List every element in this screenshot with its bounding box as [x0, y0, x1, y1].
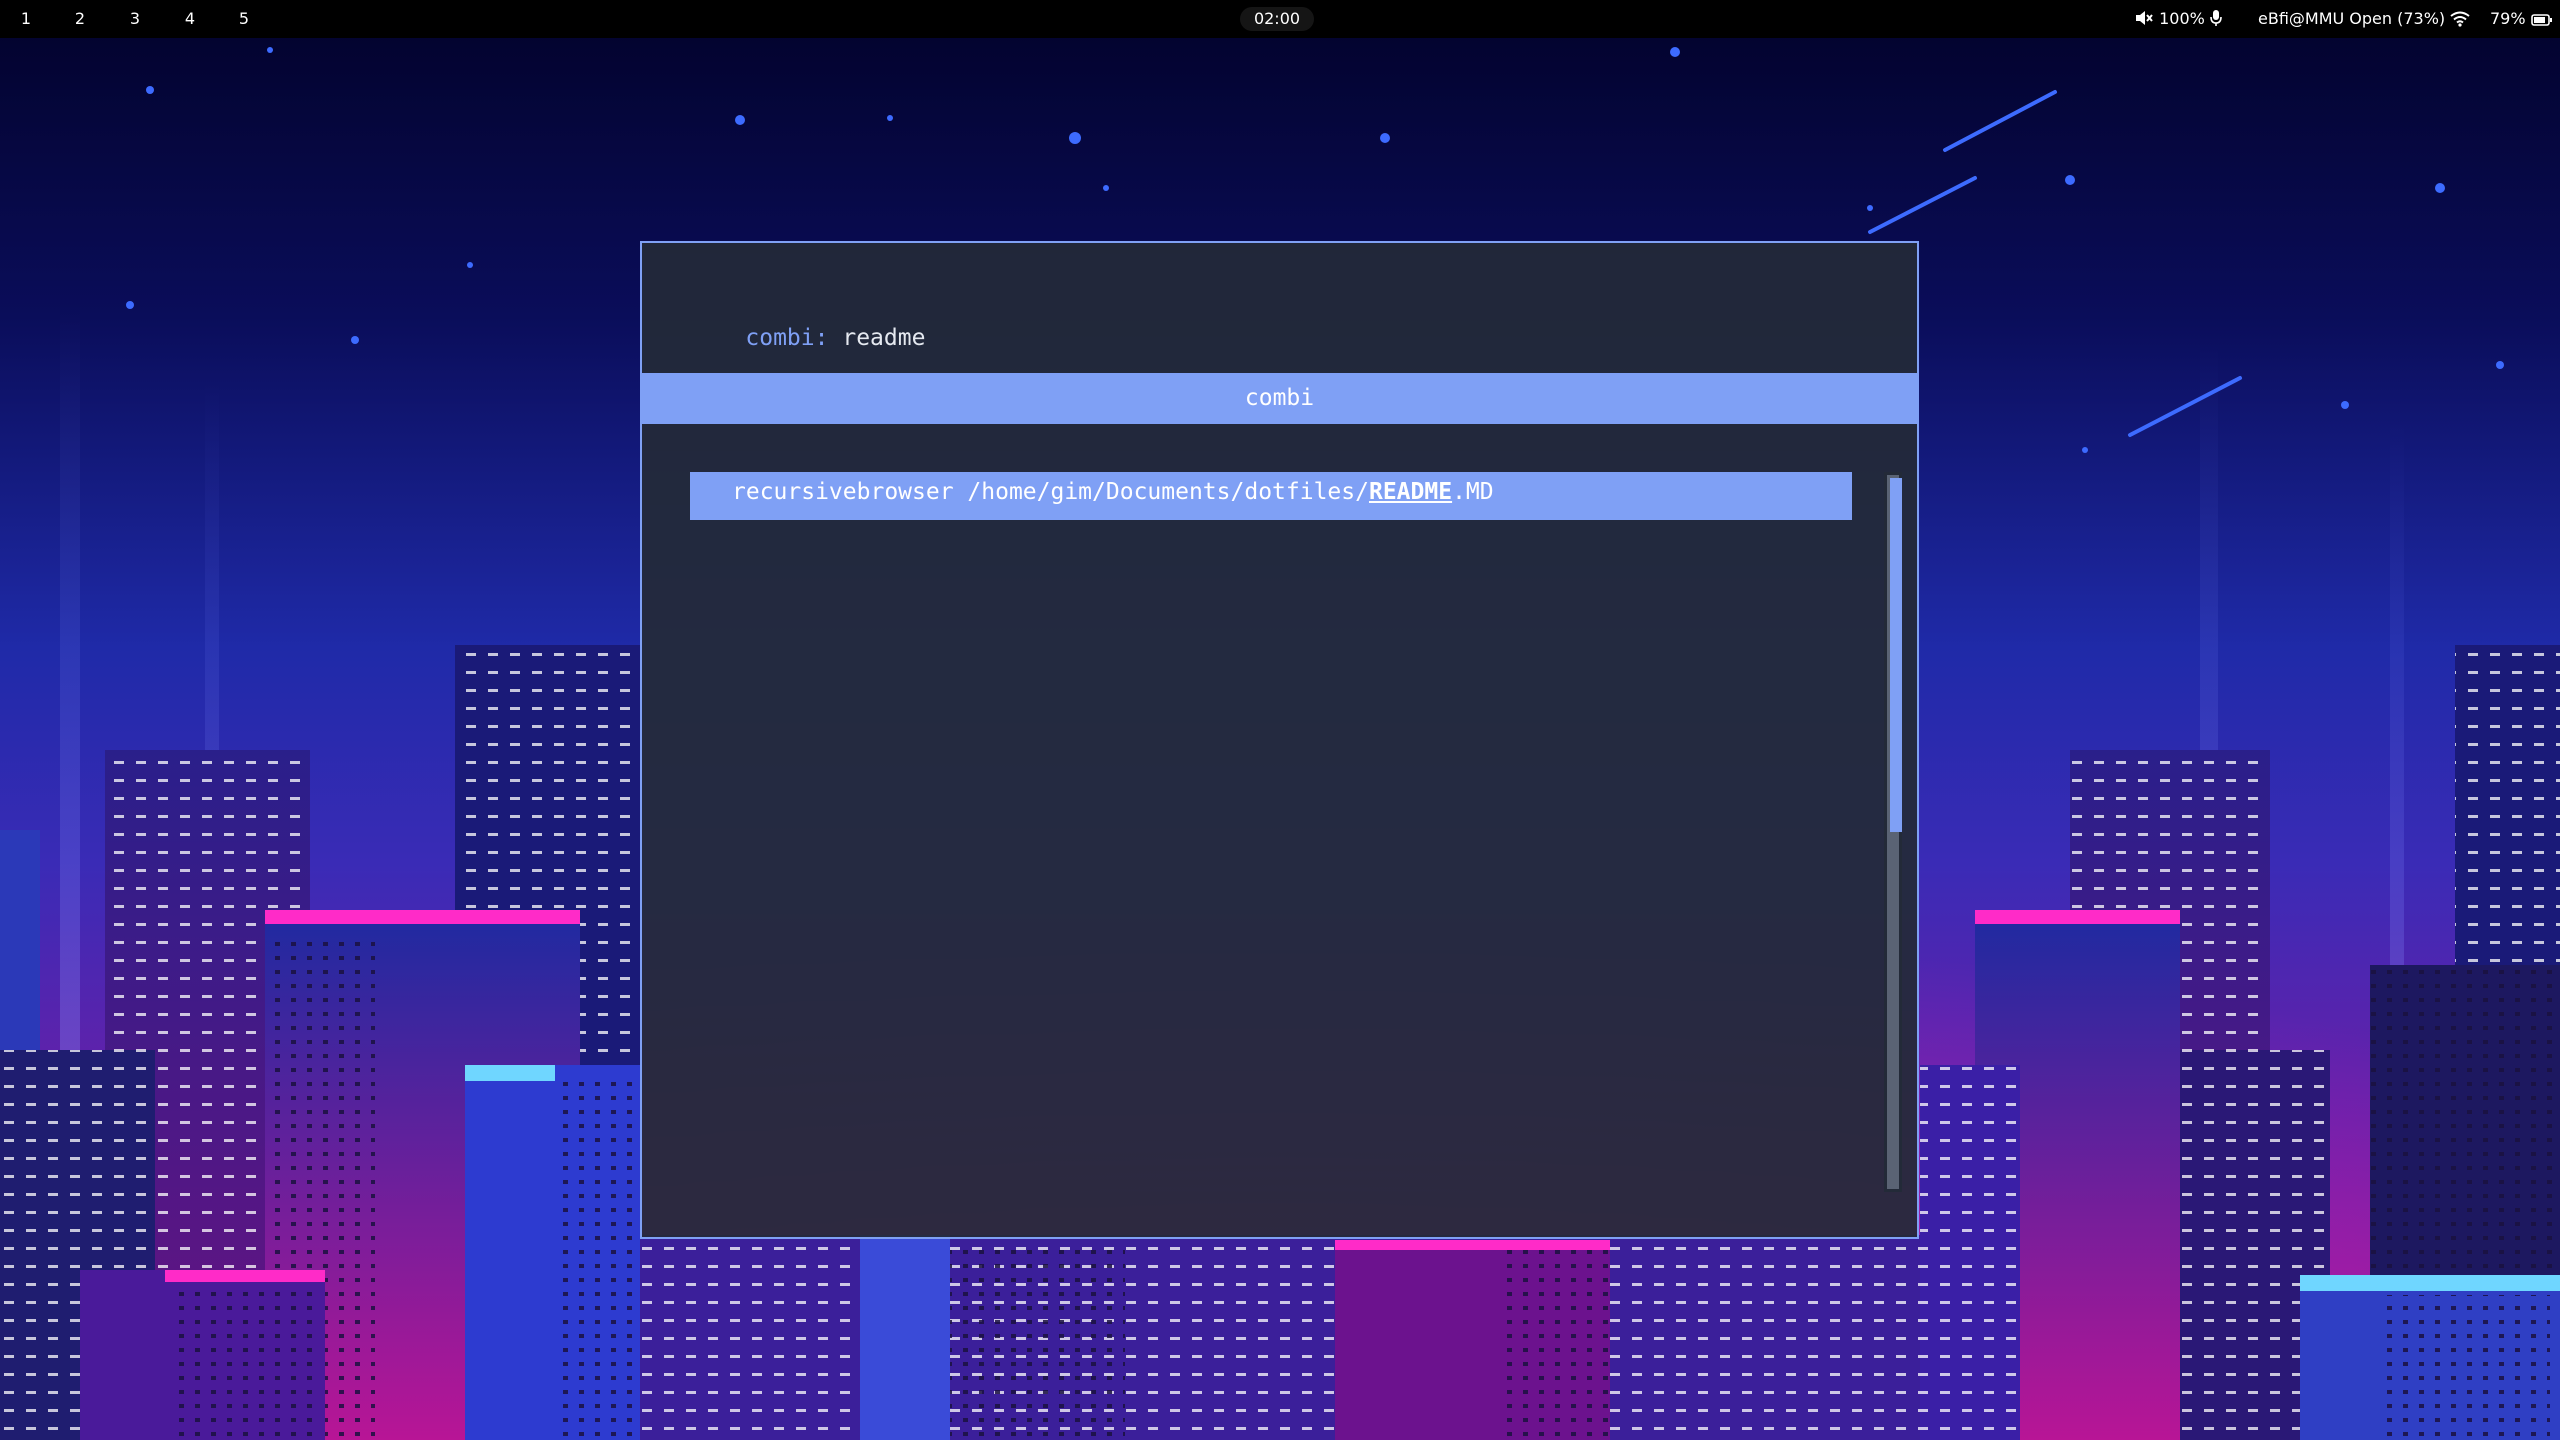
workspace-1-button[interactable]: 1 — [12, 9, 40, 29]
launcher-window: combi: readme combi recursivebrowser /ho… — [640, 241, 1919, 1239]
volume-indicator[interactable]: 100% — [2134, 9, 2222, 29]
search-input[interactable]: readme — [842, 325, 925, 351]
clock[interactable]: 02:00 — [1240, 7, 1314, 31]
wifi-icon — [2450, 9, 2470, 28]
microphone-icon — [2210, 9, 2222, 28]
battery-icon — [2530, 9, 2553, 28]
top-panel: 1 2 3 4 5 02:00 100% eBfi@MMU Open (73%) — [0, 0, 2560, 38]
network-indicator[interactable]: eBfi@MMU Open (73%) — [2258, 9, 2470, 29]
volume-level: 100% — [2159, 9, 2205, 28]
result-item-selected[interactable]: recursivebrowser /home/gim/Documents/dot… — [690, 472, 1852, 520]
prompt-row[interactable]: combi: readme — [690, 287, 925, 351]
scrollbar-thumb[interactable] — [1890, 478, 1902, 832]
result-path: recursivebrowser /home/gim/Documents/dot… — [732, 479, 1369, 505]
workspace-4-button[interactable]: 4 — [176, 9, 204, 29]
battery-level: 79% — [2490, 9, 2526, 28]
speaker-muted-icon — [2134, 9, 2159, 28]
result-match-highlight: README — [1368, 479, 1453, 505]
battery-indicator[interactable]: 79% — [2490, 9, 2553, 29]
prompt-separator: : — [814, 325, 829, 351]
results-scrollbar[interactable] — [1884, 472, 1902, 1192]
workspace-2-button[interactable]: 2 — [66, 9, 94, 29]
workspace-3-button[interactable]: 3 — [121, 9, 149, 29]
network-label: eBfi@MMU Open (73%) — [2258, 9, 2446, 28]
workspace-5-button[interactable]: 5 — [230, 9, 258, 29]
mode-switcher-combi[interactable]: combi — [642, 373, 1917, 424]
result-extension: .MD — [1452, 479, 1494, 505]
prompt-label: combi — [745, 325, 815, 351]
